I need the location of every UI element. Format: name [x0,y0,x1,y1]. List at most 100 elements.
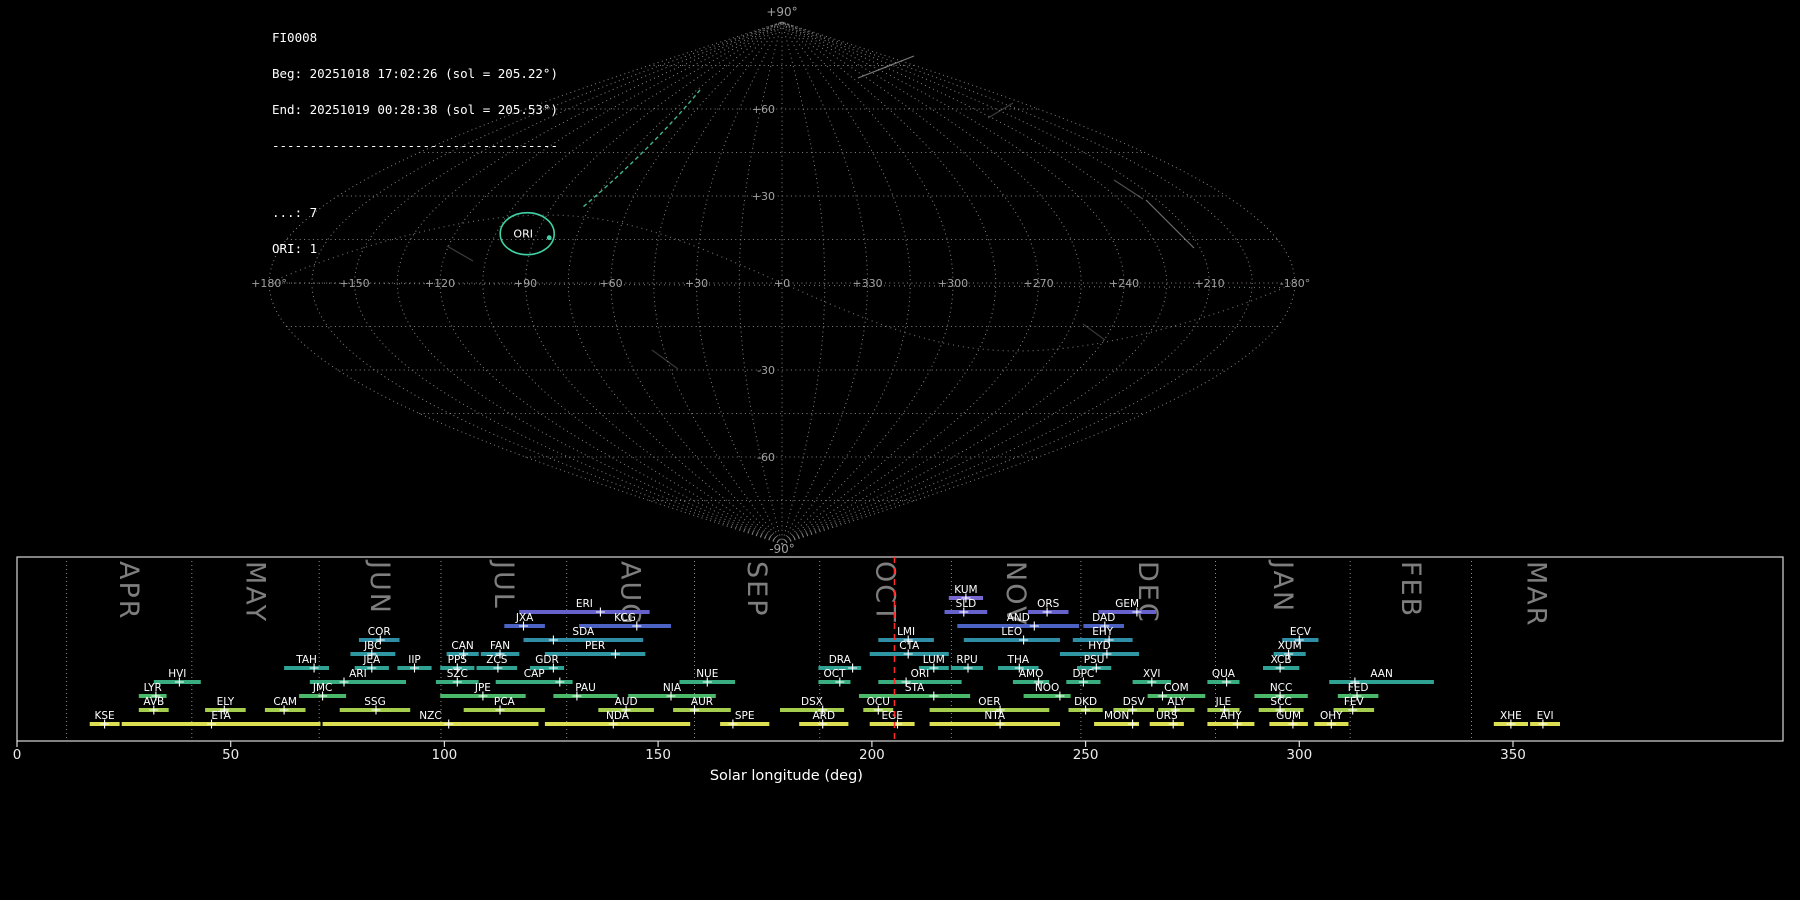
sporadic-meteor-trail [988,103,1013,118]
sporadic-meteor-trail [1083,324,1105,340]
ra-tick-label: +210 [1194,277,1224,290]
shower-code-label: ELY [217,696,235,708]
month-label: JUL [488,559,519,610]
shower-code-label: PCA [494,696,516,708]
shower-activity-bar [553,694,617,698]
x-tick-label: 200 [859,747,885,763]
shower-activity-bar [870,722,915,726]
x-tick-label: 0 [13,747,22,763]
shower-code-label: NIA [663,682,682,694]
separator-line: -------------------------------------- [272,140,558,152]
dec-tick-label: +60 [752,103,775,116]
shower-code-label: AUD [615,696,638,708]
shower-code-label: JLE [1215,696,1232,708]
shower-code-label: AUR [691,696,713,708]
shower-code-label: ORS [1037,598,1060,610]
shower-code-label: ALY [1167,696,1186,708]
shower-code-label: FAN [490,640,510,652]
shower-code-label: HYD [1088,640,1110,652]
shower-activity-bar [1150,722,1184,726]
shower-code-label: SCC [1270,696,1291,708]
shower-activity-bar [545,652,645,656]
sporadic-count-line: ...: 7 [272,207,558,219]
shower-code-label: IIP [408,654,421,666]
shower-code-label: THA [1007,654,1030,666]
shower-code-label: JEA [362,654,381,666]
shower-code-label: ERI [576,598,593,610]
shower-code-label: JMC [312,682,333,694]
shower-code-label: PSU [1084,654,1105,666]
shower-code-label: LUM [923,654,945,666]
shower-code-label: NCC [1270,682,1293,694]
shower-code-label: XUM [1278,640,1302,652]
shower-activity-bar [284,666,329,670]
dec-tick-label: -30 [757,364,775,377]
shower-code-label: ZCS [486,654,508,666]
shower-code-label: AHY [1220,710,1242,722]
shower-code-label: SDA [572,626,595,638]
shower-code-label: KSE [95,710,115,722]
shower-code-label: GEM [1115,598,1139,610]
shower-code-label: FED [1348,682,1369,694]
shower-code-label: AVB [143,696,164,708]
shower-code-label: DRA [829,654,852,666]
ra-tick-label: +330 [852,277,882,290]
shower-activity-bar [673,708,731,712]
ra-tick-label: +60 [599,277,622,290]
sporadic-meteor-trail [1114,180,1143,199]
pole-label: +90° [766,5,797,19]
month-label: FEB [1395,561,1426,618]
shower-code-label: FEV [1344,696,1365,708]
ori-count-line: ORI: 1 [272,243,558,255]
ecliptic-segment [269,283,1284,351]
shower-activity-bar [122,722,321,726]
shower-code-label: COR [368,626,391,638]
shower-code-label: PAU [575,682,596,694]
begin-time-line: Beg: 20251018 17:02:26 (sol = 205.22°) [272,68,558,80]
shower-code-label: EHY [1092,626,1114,638]
shower-code-label: URS [1156,710,1178,722]
shower-code-label: RPU [956,654,977,666]
shower-code-label: OHY [1320,710,1343,722]
shower-code-label: MON [1104,710,1129,722]
shower-code-label: AAN [1370,668,1393,680]
shower-code-label: CTA [899,640,920,652]
shower-code-label: NUE [696,668,718,680]
shower-code-label: CAN [451,640,473,652]
info-gap [272,176,558,183]
x-tick-label: 50 [222,747,239,763]
shower-code-label: OER [978,696,1000,708]
shower-activity-bar [323,722,539,726]
shower-code-label: DSX [801,696,823,708]
shower-code-label: NZC [419,710,441,722]
shower-code-label: KCG [614,612,636,624]
shower-code-label: OCU [867,696,890,708]
shower-code-label: AND [1007,612,1030,624]
sky-map: ORI+180°+150+120+90+60+30+0+330+300+270+… [0,0,1800,556]
shower-peak-marker [596,608,605,617]
ori-meteor-trail [583,90,700,207]
month-label: MAR [1521,561,1552,628]
shower-code-label: JPE [474,682,491,694]
shower-code-label: SPE [735,710,755,722]
shower-code-label: XCB [1271,654,1292,666]
shower-activity-bar [720,722,769,726]
x-tick-label: 300 [1286,747,1312,763]
shower-code-label: LYR [144,682,162,694]
shower-code-label: HVI [168,668,186,680]
shower-code-label: DAD [1092,612,1115,624]
shower-code-label: SSG [364,696,385,708]
ra-tick-label: +240 [1109,277,1139,290]
shower-peak-marker [340,678,349,687]
month-label: OCT [870,561,901,624]
end-time-line: End: 20251019 00:28:38 (sol = 205.53°) [272,104,558,116]
shower-code-label: CAP [524,668,545,680]
x-tick-label: 150 [645,747,671,763]
ra-tick-label: +30 [685,277,708,290]
shower-code-label: TAH [295,654,317,666]
shower-code-label: ECV [1290,626,1312,638]
shower-code-label: NTA [984,710,1005,722]
shower-activity-bar [818,680,850,684]
shower-code-label: DKD [1074,696,1097,708]
shower-peak-marker [929,692,938,701]
